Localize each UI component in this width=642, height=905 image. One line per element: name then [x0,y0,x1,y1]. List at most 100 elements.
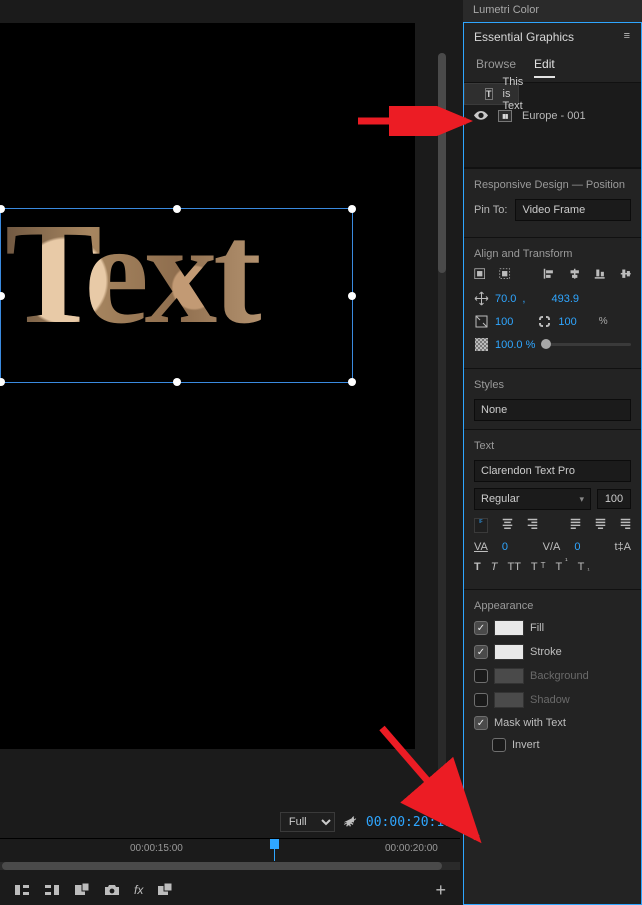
align-transform-section: Align and Transform 70.0 , 493.9 100 [464,237,641,368]
stroke-checkbox[interactable] [474,645,488,659]
pin-to-dropdown[interactable]: Video Frame [515,199,631,221]
shadow-checkbox[interactable] [474,693,488,707]
section-title: Responsive Design — Position [474,179,631,191]
align-hcenter-icon[interactable] [569,268,580,283]
invert-checkbox[interactable] [492,738,506,752]
scale-pct: % [599,316,608,327]
align-left-icon[interactable] [543,268,554,283]
stroke-swatch[interactable] [494,644,524,660]
text-layer-icon: T [485,88,493,100]
section-title: Text [474,440,631,452]
section-title: Appearance [474,600,631,612]
scale-icon[interactable] [474,314,489,329]
tracking-value[interactable]: 0 [502,541,508,553]
text-section: Text Clarendon Text Pro Regular▾ VA [464,429,641,589]
eg-tabs: Browse Edit [464,51,641,78]
layer-row[interactable]: ▮▮ Europe - 001 [464,105,641,127]
font-family-dropdown[interactable]: Clarendon Text Pro [474,460,631,482]
align-bottom-icon[interactable] [594,268,605,283]
text-justify-center-icon[interactable] [595,518,606,533]
faux-bold-icon[interactable]: T [474,561,481,573]
background-swatch[interactable] [494,668,524,684]
layer-name: This is Text [503,76,524,112]
font-size-input[interactable] [597,489,631,509]
mark-out-icon[interactable] [44,883,60,897]
position-icon[interactable] [474,291,489,306]
text-clip-selection[interactable]: Text [0,208,353,383]
mask-with-text-checkbox[interactable] [474,716,488,730]
handle-top-right[interactable] [348,205,356,213]
link-icon[interactable] [537,314,552,329]
comparison-view-icon[interactable] [157,883,173,897]
style-value: None [481,404,507,416]
opacity-icon[interactable] [474,337,489,352]
smallcaps-icon[interactable]: TT [531,561,546,573]
opacity-slider[interactable] [541,343,631,346]
section-title: Align and Transform [474,248,631,260]
program-monitor[interactable]: Text [0,23,415,749]
align-rect1-icon[interactable] [474,268,485,283]
align-rect2-icon[interactable] [499,268,510,283]
monitor-controls: Full 00:00:20:17 [0,810,460,834]
font-weight-dropdown[interactable]: Regular▾ [474,488,591,510]
invert-label: Invert [512,739,540,751]
scroll-thumb[interactable] [2,862,442,870]
superscript-icon[interactable]: T¹ [556,561,568,573]
position-x[interactable]: 70.0 [495,293,516,305]
camera-icon[interactable] [104,883,120,897]
export-frame-icon[interactable] [74,883,90,897]
add-button-icon[interactable]: + [435,880,446,901]
opacity-value[interactable]: 100.0 % [495,339,535,351]
align-vcenter-icon[interactable] [620,268,631,283]
background-checkbox[interactable] [474,669,488,683]
position-sep: , [522,293,525,305]
font-weight-value: Regular [481,493,520,505]
text-align-right-icon[interactable] [527,518,538,533]
mark-in-icon[interactable] [14,883,30,897]
shadow-swatch[interactable] [494,692,524,708]
scroll-thumb[interactable] [438,53,446,273]
style-dropdown[interactable]: None [474,399,631,421]
text-justify-right-icon[interactable] [620,518,631,533]
text-justify-left-icon[interactable] [570,518,581,533]
allcaps-icon[interactable]: TT [507,561,520,573]
tab-edit[interactable]: Edit [534,57,555,78]
panel-menu-icon[interactable]: ≡ [624,30,631,42]
time-ruler[interactable]: 00:00:15:00 00:00:20:00 [0,838,460,860]
styles-section: Styles None [464,368,641,429]
position-y[interactable]: 493.9 [551,293,579,305]
section-title: Styles [474,379,631,391]
handle-bottom-right[interactable] [348,378,356,386]
handle-top-center[interactable] [173,205,181,213]
visibility-eye-icon[interactable] [474,111,488,121]
background-label: Background [530,670,589,682]
fill-swatch[interactable] [494,620,524,636]
tab-browse[interactable]: Browse [476,57,516,78]
text-align-center-icon[interactable] [502,518,513,533]
kerning-value[interactable]: 0 [574,541,580,553]
layer-name: Europe - 001 [522,110,586,122]
leading-icon[interactable]: t‡A [614,541,631,553]
playhead[interactable] [270,839,279,859]
faux-italic-icon[interactable]: T [491,561,498,573]
layer-row[interactable]: T This is Text [464,83,519,105]
handle-mid-right[interactable] [348,292,356,300]
layer-list: T This is Text ▮▮ Europe - 001 [464,82,641,168]
scale-h[interactable]: 100 [558,316,576,328]
lumetri-color-tab[interactable]: Lumetri Color [463,0,642,22]
monitor-vertical-scrollbar[interactable] [438,53,446,783]
appearance-section: Appearance Fill Stroke Background Shadow… [464,589,641,768]
fill-checkbox[interactable] [474,621,488,635]
tracking-icon[interactable]: VA [474,541,488,553]
handle-bottom-left[interactable] [0,378,5,386]
kerning-icon[interactable]: V/A [543,541,561,553]
subscript-icon[interactable]: T₁ [578,561,590,573]
ruler-horizontal-scrollbar[interactable] [0,862,460,870]
handle-bottom-center[interactable] [173,378,181,386]
settings-icon[interactable] [343,815,358,830]
fx-icon[interactable]: fx [134,883,143,897]
zoom-select[interactable]: Full [280,812,335,832]
scale-w[interactable]: 100 [495,316,513,328]
text-align-left-icon[interactable] [474,518,488,533]
current-timecode[interactable]: 00:00:20:17 [366,815,452,830]
